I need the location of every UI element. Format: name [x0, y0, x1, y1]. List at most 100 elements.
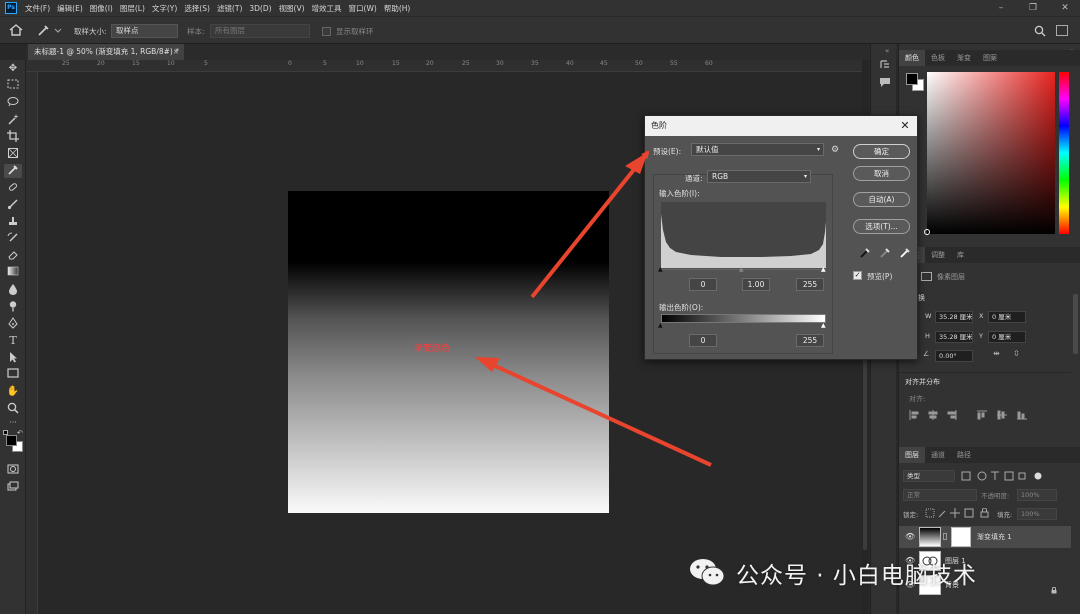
hand-tool-icon[interactable]: ✋ [4, 385, 22, 399]
y-field[interactable]: 0 厘米 [988, 331, 1026, 343]
menu-view[interactable]: 视图(V) [279, 3, 305, 14]
options-button[interactable]: 选项(T)... [853, 219, 910, 234]
tab-libraries[interactable]: 库 [951, 247, 970, 263]
menu-window[interactable]: 窗口(W) [349, 3, 377, 14]
output-white-handle[interactable]: ▲ [821, 322, 826, 329]
tab-paths[interactable]: 路径 [951, 447, 977, 463]
pen-tool-icon[interactable] [4, 317, 22, 331]
output-black-handle[interactable]: ▲ [658, 322, 663, 329]
input-gamma-handle[interactable]: ▲ [739, 266, 744, 273]
menu-3d[interactable]: 3D(D) [249, 4, 271, 13]
flip-horizontal-icon[interactable]: ⇹ [993, 349, 1000, 358]
menu-file[interactable]: 文件(F) [25, 3, 50, 14]
tab-gradients[interactable]: 渐变 [951, 50, 977, 66]
width-field[interactable]: 35.28 厘米 [935, 311, 973, 323]
layer-filter-icons[interactable] [961, 471, 1051, 481]
close-window-button[interactable]: ✕ [1050, 0, 1080, 16]
menu-plugins[interactable]: 增效工具 [312, 3, 342, 14]
path-selection-tool-icon[interactable] [4, 351, 22, 365]
menu-edit[interactable]: 编辑(E) [57, 3, 83, 14]
collapse-arrows-icon[interactable]: « [885, 47, 889, 55]
history-brush-tool-icon[interactable] [4, 232, 22, 246]
channel-select[interactable]: RGB ▾ [707, 170, 811, 183]
screen-mode-icon[interactable] [4, 481, 22, 495]
tab-color[interactable]: 颜色 [899, 50, 925, 66]
workspace-icon[interactable] [1056, 25, 1068, 36]
flip-vertical-icon[interactable]: ⇳ [1013, 349, 1020, 358]
preset-select[interactable]: 默认值 ▾ [691, 143, 824, 156]
menu-layer[interactable]: 图层(L) [120, 3, 145, 14]
preset-gear-icon[interactable]: ⚙ [831, 145, 839, 155]
output-black-field[interactable]: 0 [689, 334, 717, 347]
layer-filter-select[interactable]: 类型 [903, 470, 955, 482]
clone-stamp-tool-icon[interactable] [4, 215, 22, 229]
frame-tool-icon[interactable] [4, 147, 22, 161]
menu-help[interactable]: 帮助(H) [384, 3, 411, 14]
output-gradient-bar[interactable] [661, 314, 826, 323]
blur-tool-icon[interactable] [4, 283, 22, 297]
document-tab-close[interactable]: × [173, 44, 179, 60]
hue-slider[interactable] [1059, 72, 1069, 234]
brush-tool-icon[interactable] [4, 198, 22, 212]
tab-swatches[interactable]: 色板 [925, 50, 951, 66]
opacity-field[interactable]: 100% [1017, 489, 1057, 501]
minimize-button[interactable]: – [986, 0, 1016, 16]
comments-panel-icon[interactable] [878, 76, 892, 88]
tab-adjustments[interactable]: 调整 [925, 247, 951, 263]
magic-wand-tool-icon[interactable] [4, 113, 22, 127]
color-picker-field[interactable] [924, 72, 1055, 235]
black-point-eyedropper-icon[interactable] [859, 247, 871, 259]
menu-filter[interactable]: 滤镜(T) [217, 3, 242, 14]
x-field[interactable]: 0 厘米 [988, 311, 1026, 323]
angle-field[interactable]: 0.00° [935, 350, 973, 362]
auto-button[interactable]: 自动(A) [853, 192, 910, 207]
menu-type[interactable]: 文字(Y) [152, 3, 177, 14]
cancel-button[interactable]: 取消 [853, 166, 910, 181]
sample-size-select[interactable]: 取样点 [111, 24, 178, 38]
output-white-field[interactable]: 255 [796, 334, 824, 347]
fill-field[interactable]: 100% [1017, 508, 1057, 520]
gray-point-eyedropper-icon[interactable] [879, 247, 891, 259]
document-tab[interactable]: 未标题-1 @ 50% (渐变填充 1, RGB/8#) * × [28, 44, 184, 60]
move-tool-icon[interactable]: ✥ [4, 62, 22, 76]
lasso-tool-icon[interactable] [4, 96, 22, 110]
more-tools-icon[interactable]: ··· [4, 416, 22, 430]
quick-mask-icon[interactable] [4, 464, 22, 478]
zoom-tool-icon[interactable] [4, 402, 22, 416]
gradient-tool-icon[interactable] [4, 266, 22, 280]
input-black-handle[interactable]: ▲ [658, 266, 663, 273]
dialog-close-button[interactable]: ✕ [898, 117, 912, 134]
menu-image[interactable]: 图像(I) [90, 3, 113, 14]
healing-brush-tool-icon[interactable] [4, 181, 22, 195]
eyedropper-preset-icon[interactable] [36, 23, 62, 37]
ok-button[interactable]: 确定 [853, 144, 910, 159]
height-field[interactable]: 35.28 厘米 [935, 331, 973, 343]
tab-patterns[interactable]: 图案 [977, 50, 1003, 66]
crop-tool-icon[interactable] [4, 130, 22, 144]
layer-row-gradient-fill[interactable]: 👁 渐变填充 1 [899, 526, 1071, 548]
layer-mask-thumbnail[interactable] [951, 527, 971, 547]
restore-button[interactable]: ❐ [1018, 0, 1048, 16]
input-white-handle[interactable]: ▲ [821, 266, 826, 273]
history-panel-icon[interactable] [878, 58, 892, 70]
preview-checkbox[interactable]: ✓ [853, 271, 862, 280]
white-point-eyedropper-icon[interactable] [899, 247, 911, 259]
eyedropper-tool-icon[interactable] [4, 164, 22, 178]
lock-icons[interactable] [925, 507, 995, 518]
blend-mode-select[interactable]: 正常 [903, 489, 977, 501]
eraser-tool-icon[interactable] [4, 249, 22, 263]
search-icon[interactable] [1034, 25, 1046, 37]
rectangle-tool-icon[interactable] [4, 368, 22, 382]
dodge-tool-icon[interactable] [4, 300, 22, 314]
type-tool-icon[interactable]: T [4, 334, 22, 348]
fg-bg-color-icon[interactable] [905, 72, 925, 92]
show-ring-checkbox[interactable] [322, 27, 331, 36]
tab-layers[interactable]: 图层 [899, 447, 925, 463]
input-black-field[interactable]: 0 [689, 278, 717, 291]
visibility-eye-icon[interactable]: 👁 [905, 526, 915, 548]
properties-scrollbar[interactable] [1073, 294, 1078, 354]
menu-select[interactable]: 选择(S) [184, 3, 210, 14]
sample-select[interactable]: 所有图层 [210, 24, 310, 38]
input-white-field[interactable]: 255 [796, 278, 824, 291]
home-icon[interactable] [8, 23, 24, 37]
